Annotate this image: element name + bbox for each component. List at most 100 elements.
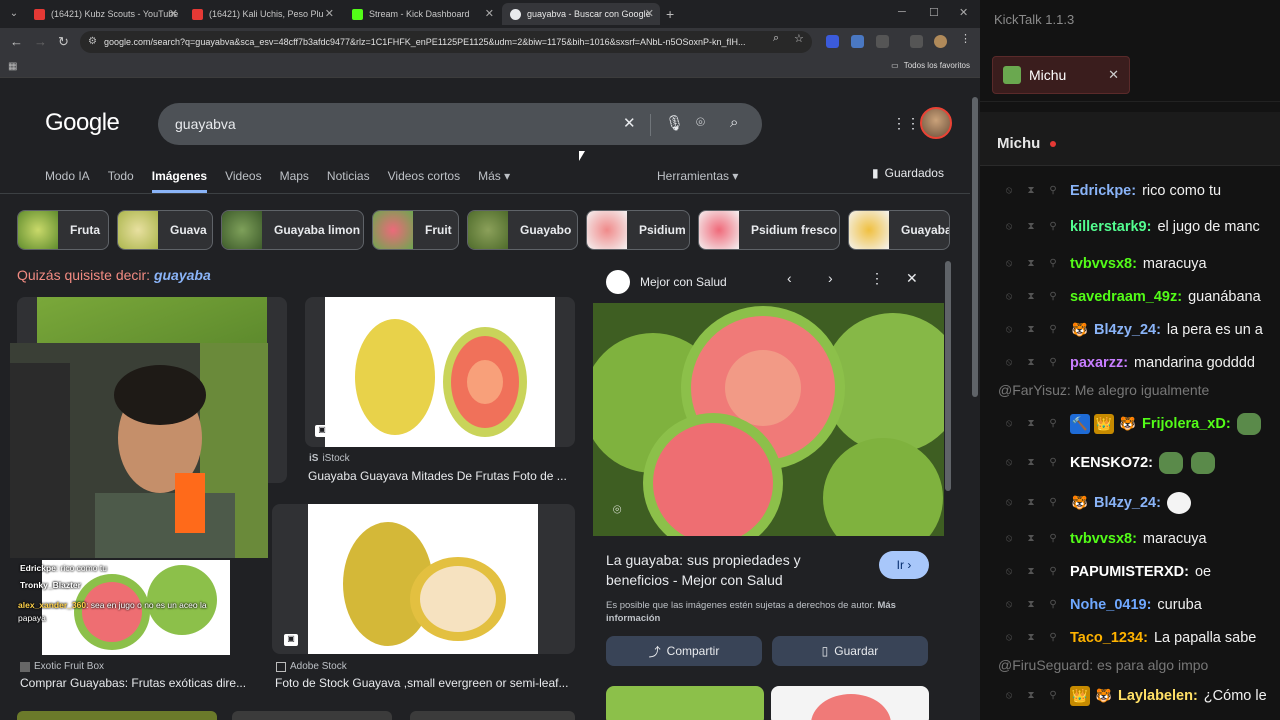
tab-todo[interactable]: Todo xyxy=(108,169,134,193)
chat-message[interactable]: ⦸ ⧗ ⚲ 👑 🐯 Laylabelen: ¿Cómo le xyxy=(980,679,1280,712)
chat-message[interactable]: ⦸ ⧗ ⚲ 🐯 Bl4zy_24: xyxy=(980,486,1280,519)
chat-username[interactable]: Laylabelen: xyxy=(1118,688,1198,704)
chat-username[interactable]: PAPUMISTERXD: xyxy=(1070,564,1189,580)
result-source[interactable]: iS iStock xyxy=(309,453,350,464)
image-result[interactable]: ▣ xyxy=(305,297,575,447)
search-icon[interactable]: ⌕ xyxy=(730,114,738,131)
close-window-icon[interactable]: ✕ xyxy=(959,6,968,19)
chip-psidium-fresco[interactable]: Psidium fresco xyxy=(698,210,840,250)
bookmark-star-icon[interactable]: ☆ xyxy=(794,32,804,45)
visit-button[interactable]: Ir › xyxy=(879,551,929,579)
new-tab-icon[interactable]: + xyxy=(666,6,674,22)
clear-search-icon[interactable]: ✕ xyxy=(623,114,636,132)
tab-search-icon[interactable]: ⌄ xyxy=(6,6,22,22)
chat-message[interactable]: ⦸ ⧗ ⚲ tvbvvsx8: maracuya xyxy=(980,247,1280,280)
chip-fruta[interactable]: Fruta xyxy=(17,210,109,250)
close-tab-icon[interactable]: ✕ xyxy=(1108,67,1119,83)
translate-icon[interactable] xyxy=(851,35,864,48)
pin-icon[interactable]: ⚲ xyxy=(1042,599,1064,610)
ban-icon[interactable]: ⦸ xyxy=(998,690,1020,701)
chat-message[interactable]: ⦸ ⧗ ⚲ Taco_1234: La papalla sabe xyxy=(980,621,1280,654)
timeout-icon[interactable]: ⧗ xyxy=(1020,418,1042,429)
ban-icon[interactable]: ⦸ xyxy=(998,258,1020,269)
menu-kebab-icon[interactable]: ⋮ xyxy=(960,32,971,45)
tab-youtube-1[interactable]: (16421) Kubz Scouts - YouTube ✕ xyxy=(26,3,184,25)
chat-username[interactable]: KENSKO72: xyxy=(1070,455,1153,471)
account-avatar[interactable] xyxy=(920,107,952,139)
pin-icon[interactable]: ⚲ xyxy=(1042,258,1064,269)
result-source[interactable]: Exotic Fruit Box xyxy=(20,661,104,672)
chip-guayabo[interactable]: Guayabo xyxy=(467,210,578,250)
back-icon[interactable]: ← xyxy=(10,34,23,49)
panel-image[interactable]: ⌾ xyxy=(593,303,944,536)
tab-maps[interactable]: Maps xyxy=(280,169,309,193)
more-options-icon[interactable]: ⋮ xyxy=(870,270,884,287)
chat-message[interactable]: ⦸ ⧗ ⚲ 🐯 Bl4zy_24: la pera es un a xyxy=(980,313,1280,346)
timeout-icon[interactable]: ⧗ xyxy=(1020,185,1042,196)
chat-message[interactable]: ⦸ ⧗ ⚲ killerstark9: el jugo de manc xyxy=(980,210,1280,243)
pin-icon[interactable]: ⚲ xyxy=(1042,291,1064,302)
pin-icon[interactable]: ⚲ xyxy=(1042,418,1064,429)
search-input[interactable] xyxy=(175,103,615,145)
address-bar[interactable]: ⚙ google.com/search?q=guayabva&sca_esv=4… xyxy=(80,31,812,53)
chat-username[interactable]: Bl4zy_24: xyxy=(1094,495,1161,511)
pin-icon[interactable]: ⚲ xyxy=(1042,497,1064,508)
maximize-icon[interactable]: ☐ xyxy=(929,6,939,19)
pin-icon[interactable]: ⚲ xyxy=(1042,566,1064,577)
profile-avatar[interactable] xyxy=(934,35,947,48)
next-icon[interactable]: › xyxy=(828,270,833,286)
close-tab-icon[interactable]: ✕ xyxy=(645,7,654,20)
page-scrollbar[interactable] xyxy=(970,79,980,720)
chat-message[interactable]: ⦸ ⧗ ⚲ KENSKO72: xyxy=(980,446,1280,479)
extensions-puzzle-icon[interactable] xyxy=(876,35,889,48)
ban-icon[interactable]: ⦸ xyxy=(998,221,1020,232)
pin-icon[interactable]: ⚲ xyxy=(1042,632,1064,643)
timeout-icon[interactable]: ⧗ xyxy=(1020,258,1042,269)
timeout-icon[interactable]: ⧗ xyxy=(1020,457,1042,468)
result-source[interactable]: Adobe Stock xyxy=(276,661,347,672)
zoom-icon[interactable]: ⌕ xyxy=(773,32,779,45)
chat-message[interactable]: ⦸ ⧗ ⚲ Nohe_0419: curuba xyxy=(980,588,1280,621)
ban-icon[interactable]: ⦸ xyxy=(998,632,1020,643)
panel-scrollbar[interactable] xyxy=(945,261,951,491)
chat-username[interactable]: Taco_1234: xyxy=(1070,630,1148,646)
ban-icon[interactable]: ⦸ xyxy=(998,566,1020,577)
ban-icon[interactable]: ⦸ xyxy=(998,291,1020,302)
close-tab-icon[interactable]: ✕ xyxy=(325,7,334,20)
timeout-icon[interactable]: ⧗ xyxy=(1020,632,1042,643)
pin-icon[interactable]: ⚲ xyxy=(1042,324,1064,335)
tab-modo-ia[interactable]: Modo IA xyxy=(45,169,90,193)
timeout-icon[interactable]: ⧗ xyxy=(1020,497,1042,508)
ban-icon[interactable]: ⦸ xyxy=(998,599,1020,610)
tab-youtube-2[interactable]: (16421) Kali Uchis, Peso Plu ✕ xyxy=(184,3,340,25)
panel-title[interactable]: La guayaba: sus propiedades y beneficios… xyxy=(606,550,866,590)
extension-icon[interactable] xyxy=(826,35,839,48)
timeout-icon[interactable]: ⧗ xyxy=(1020,291,1042,302)
image-result[interactable] xyxy=(232,711,392,720)
chat-username[interactable]: Bl4zy_24: xyxy=(1094,322,1161,338)
timeout-icon[interactable]: ⧗ xyxy=(1020,599,1042,610)
tab-videos[interactable]: Videos xyxy=(225,169,261,193)
save-button[interactable]: ▯ Guardar xyxy=(772,636,928,666)
chat-username[interactable]: killerstark9: xyxy=(1070,219,1151,235)
reply-context[interactable]: @FiruSeguard: es para algo impo xyxy=(980,657,1280,679)
chat-username[interactable]: Frijolera_xD: xyxy=(1142,416,1231,432)
previous-icon[interactable]: ‹ xyxy=(787,270,792,286)
lens-search-icon[interactable]: ⌾ xyxy=(613,501,621,518)
timeout-icon[interactable]: ⧗ xyxy=(1020,690,1042,701)
site-info-icon[interactable]: ⚙ xyxy=(88,36,97,47)
chat-message[interactable]: ⦸ ⧗ ⚲ savedraam_49z: guanábana xyxy=(980,280,1280,313)
chip-psidium[interactable]: Psidium xyxy=(586,210,690,250)
scrollbar-thumb[interactable] xyxy=(972,97,978,397)
pin-icon[interactable]: ⚲ xyxy=(1042,357,1064,368)
tools-button[interactable]: Herramientas ▾ xyxy=(657,169,738,183)
ban-icon[interactable]: ⦸ xyxy=(998,324,1020,335)
timeout-icon[interactable]: ⧗ xyxy=(1020,533,1042,544)
close-tab-icon[interactable]: ✕ xyxy=(485,7,494,20)
close-panel-icon[interactable]: ✕ xyxy=(906,270,918,287)
tab-noticias[interactable]: Noticias xyxy=(327,169,370,193)
result-title[interactable]: Comprar Guayabas: Frutas exóticas dire..… xyxy=(20,676,252,690)
lens-icon[interactable]: ⌾ xyxy=(696,114,705,131)
ban-icon[interactable]: ⦸ xyxy=(998,497,1020,508)
microphone-icon[interactable]: 🎙 xyxy=(665,114,684,132)
